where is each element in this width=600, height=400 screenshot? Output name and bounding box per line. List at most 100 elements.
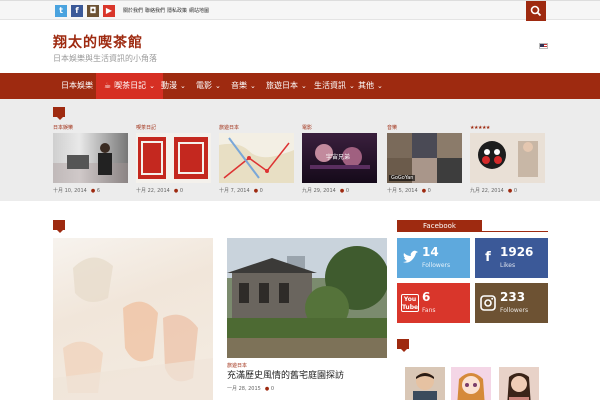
post-meta: 十月 5, 2014 ● 0 — [387, 187, 462, 194]
post-title[interactable]: 充滿歷史風情的舊宅庭園探訪 — [227, 370, 392, 382]
us-flag-icon[interactable] — [539, 43, 548, 49]
post-thumbnail[interactable] — [227, 238, 387, 358]
count-label: Likes — [500, 262, 516, 269]
instagram-count-box[interactable]: 233 Followers — [475, 283, 548, 323]
section-tag — [53, 220, 65, 233]
man-at-desk-image — [53, 143, 128, 183]
mascot-bear-image — [478, 141, 538, 177]
post-category[interactable]: 電影 — [302, 124, 377, 133]
coffee-cup-icon: ☕ — [104, 81, 112, 90]
search-icon — [530, 5, 542, 17]
person-photo — [413, 372, 437, 400]
red-seal-image — [138, 137, 208, 179]
avatar[interactable] — [451, 367, 491, 400]
chevron-down-icon: ⌄ — [215, 82, 221, 90]
comment-icon: ● — [173, 188, 179, 194]
comment-count: 0 — [270, 386, 275, 392]
section-tag — [397, 339, 409, 352]
comment-icon: ● — [253, 188, 259, 194]
youtube-count-box[interactable]: You Tube 6 Fans — [397, 283, 470, 323]
top-bar: t f ◘ ▶ 關於我們 聯絡我們 隱私政策 網站地圖 — [0, 0, 600, 21]
twitter-icon[interactable]: t — [55, 5, 67, 17]
nav-item-other[interactable]: 其他 ⌄ — [350, 73, 391, 99]
nav-label: 喫茶日記 — [114, 81, 147, 90]
overlay-label: GoGoYan — [389, 175, 416, 181]
post-thumbnail[interactable]: GoGoYan — [387, 133, 462, 183]
divider — [397, 231, 548, 232]
comment-count: 0 — [259, 188, 263, 194]
post-category[interactable]: 日本娛樂 — [53, 124, 128, 133]
chevron-down-icon: ⌄ — [250, 82, 256, 90]
likes-count: 1926 — [500, 245, 534, 259]
featured-card[interactable]: 喫茶日記 十月 22, 2014 ● 0 — [136, 124, 211, 194]
top-link-contact[interactable]: 聯絡我們 — [145, 7, 165, 14]
nav-label: 音樂 — [231, 81, 247, 90]
post-thumbnail[interactable]: 宇宙兄弟 — [302, 133, 377, 183]
featured-card[interactable]: 電影 宇宙兄弟 九月 29, 2014 ● 0 — [302, 124, 377, 194]
top-link-privacy[interactable]: 隱私政策 — [167, 7, 187, 14]
chevron-down-icon: ⌄ — [377, 82, 383, 90]
post-thumbnail[interactable] — [53, 133, 128, 183]
post-meta: 一月 28, 2015 ● 0 — [227, 385, 274, 392]
chevron-down-icon: ⌄ — [180, 82, 186, 90]
top-link-sitemap[interactable]: 網站地圖 — [189, 7, 209, 14]
facebook-icon[interactable]: f — [71, 5, 83, 17]
nav-label: 其他 — [358, 81, 374, 90]
featured-post-image[interactable] — [53, 238, 213, 400]
post-date: 十月 10, 2014 — [53, 188, 87, 194]
count-label: Followers — [500, 307, 529, 314]
post-category[interactable]: 音樂 — [387, 124, 462, 133]
fans-count: 6 — [422, 290, 431, 304]
instagram-icon[interactable]: ◘ — [87, 5, 99, 17]
follower-count: 233 — [500, 290, 526, 304]
follower-count: 14 — [422, 245, 439, 259]
featured-card[interactable]: 旅遊日本 十月 7, 2014 ● 0 — [219, 124, 294, 194]
post-category[interactable]: 喫茶日記 — [136, 124, 211, 133]
post-thumbnail[interactable] — [219, 133, 294, 183]
post-date: 一月 28, 2015 — [227, 386, 261, 392]
youtube-icon: You Tube — [401, 294, 419, 312]
post-date: 十月 7, 2014 — [219, 188, 250, 194]
instagram-icon — [479, 294, 497, 312]
comment-count: 0 — [179, 188, 184, 194]
avatar[interactable] — [499, 367, 539, 400]
count-label: Fans — [422, 307, 436, 314]
nav-label: 電影 — [196, 81, 212, 90]
rating-stars-icon: ★★★★★ — [470, 125, 490, 131]
post-thumbnail[interactable] — [470, 133, 545, 183]
post-meta: 十月 7, 2014 ● 0 — [219, 187, 294, 194]
comment-count: 0 — [513, 188, 518, 194]
twitter-icon — [401, 249, 419, 267]
twitter-count-box[interactable]: 14 Followers — [397, 238, 470, 278]
youtube-icon[interactable]: ▶ — [103, 5, 115, 17]
site-tagline: 日本娛樂與生活資訊的小角落 — [53, 54, 157, 63]
comment-icon: ● — [421, 188, 427, 194]
post-meta: 九月 22, 2014 ● 0 — [470, 187, 545, 194]
anime-girl-photo — [457, 373, 485, 400]
post-date: 十月 22, 2014 — [136, 188, 170, 194]
post-category[interactable]: 旅遊日本 — [219, 124, 294, 133]
avatar[interactable] — [405, 367, 445, 400]
post-thumbnail[interactable] — [136, 133, 211, 183]
search-button[interactable] — [526, 1, 546, 21]
site-title[interactable]: 翔太的喫茶館 — [53, 32, 143, 52]
map-image — [219, 137, 294, 183]
nav-label: 動漫 — [161, 81, 177, 90]
movie-title-overlay: 宇宙兄弟 — [326, 154, 351, 161]
post-category[interactable]: 旅遊日本 — [227, 362, 247, 369]
post-category[interactable]: ★★★★★ — [470, 124, 545, 133]
comment-count: 0 — [345, 188, 350, 194]
woman-photo — [507, 373, 531, 400]
featured-card[interactable]: 日本娛樂 十月 10, 2014 ● 6 — [53, 124, 128, 194]
featured-card[interactable]: 音樂 GoGoYan 十月 5, 2014 ● 0 — [387, 124, 462, 194]
nav-label: 旅遊日本 — [266, 81, 298, 90]
comment-icon: ● — [90, 188, 96, 194]
section-tag — [53, 107, 65, 120]
featured-strip: 日本娛樂 十月 10, 2014 ● 6 喫茶日記 十月 22, 2014 ● 0 … — [0, 99, 600, 201]
featured-card[interactable]: ★★★★★ 九月 22, 2014 ● 0 — [470, 124, 545, 194]
post-meta: 九月 29, 2014 ● 0 — [302, 187, 377, 194]
facebook-count-box[interactable]: f 1926 Likes — [475, 238, 548, 278]
top-link-about[interactable]: 關於我們 — [123, 7, 143, 14]
post-meta: 十月 10, 2014 ● 6 — [53, 187, 128, 194]
comment-icon: ● — [507, 188, 513, 194]
